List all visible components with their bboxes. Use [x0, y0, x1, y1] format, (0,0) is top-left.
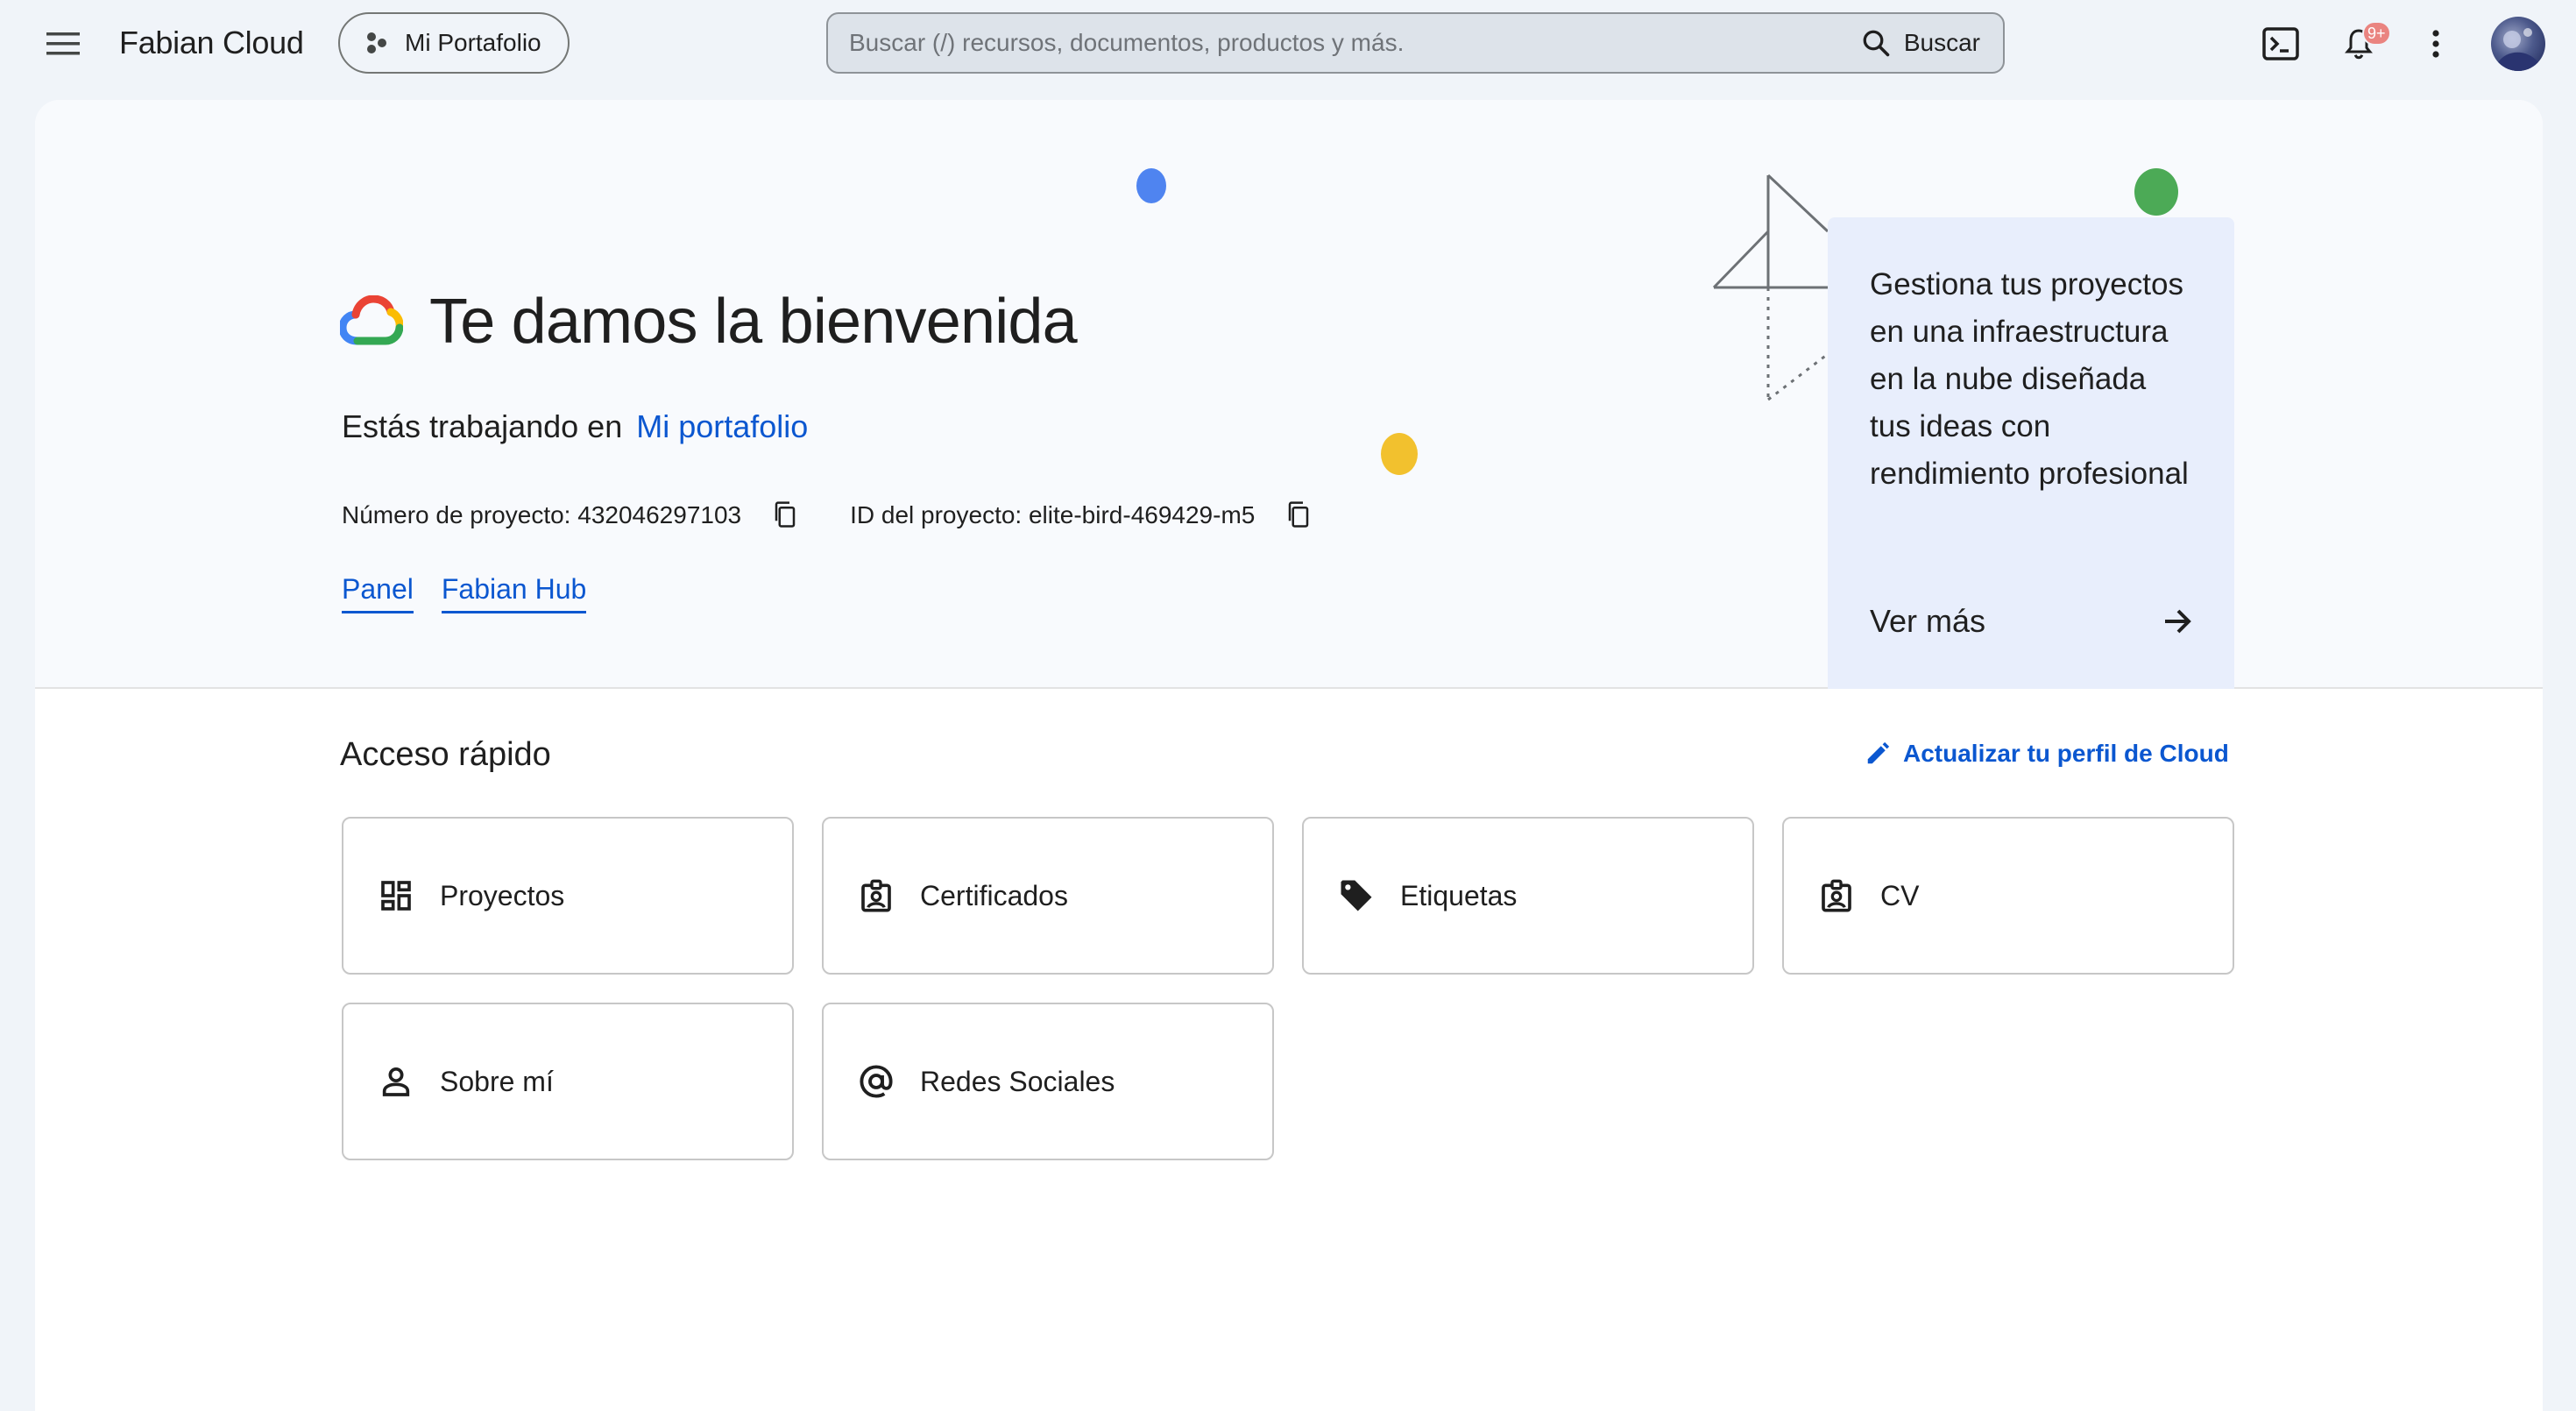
- welcome-hero: Te damos la bienvenida Estás trabajando …: [35, 100, 2543, 689]
- quick-access-tile-cv[interactable]: CV: [1782, 817, 2234, 975]
- fabian-hub-link[interactable]: Fabian Hub: [441, 573, 587, 613]
- copy-icon: [1289, 501, 1309, 528]
- main-content-card: Te damos la bienvenida Estás trabajando …: [35, 100, 2543, 1411]
- project-picker-button[interactable]: Mi Portafolio: [338, 12, 570, 74]
- notification-count-badge: 9+: [2362, 21, 2391, 46]
- panel-link[interactable]: Panel: [342, 573, 414, 613]
- tile-label: Sobre mí: [440, 1065, 554, 1097]
- search-button-label: Buscar: [1903, 29, 1980, 56]
- search-icon: [1863, 30, 1890, 57]
- cloud-shell-button[interactable]: [2254, 18, 2307, 70]
- more-vert-icon: [2432, 30, 2439, 58]
- search-input[interactable]: [828, 14, 1860, 72]
- tile-label: Certificados: [920, 879, 1068, 911]
- project-icon: [367, 32, 386, 53]
- tile-label: Etiquetas: [1400, 879, 1518, 911]
- at-icon: [855, 1060, 897, 1103]
- pencil-icon: [1867, 741, 1890, 764]
- welcome-heading: Te damos la bienvenida: [340, 286, 1078, 358]
- copy-project-id-button[interactable]: [1279, 496, 1318, 535]
- avatar-image: [2498, 28, 2538, 71]
- see-more-link[interactable]: Ver más: [1870, 603, 2192, 640]
- hero-links: Panel Fabian Hub: [342, 573, 587, 613]
- more-options-button[interactable]: [2410, 18, 2462, 70]
- working-project-line: Estás trabajando en Mi portafolio: [342, 408, 808, 445]
- decorative-yellow-dot: [1381, 433, 1418, 475]
- badge-icon: [1815, 875, 1858, 917]
- quick-access-tile-proyectos[interactable]: Proyectos: [342, 817, 794, 975]
- quick-access-tile-certificados[interactable]: Certificados: [822, 817, 1274, 975]
- main-menu-button[interactable]: [37, 23, 89, 65]
- dashboard-icon: [375, 875, 417, 917]
- update-profile-label: Actualizar tu perfil de Cloud: [1903, 740, 2229, 767]
- project-chip-label: Mi Portafolio: [405, 29, 541, 56]
- project-ids-row: Número de proyecto: 432046297103 ID del …: [342, 496, 1318, 535]
- search-button[interactable]: Buscar: [1860, 27, 2003, 59]
- app-title[interactable]: Fabian Cloud: [119, 25, 304, 61]
- working-prefix: Estás trabajando en: [342, 408, 623, 444]
- quick-access-tile-etiquetas[interactable]: Etiquetas: [1302, 817, 1754, 975]
- cloud-logo-icon: [340, 295, 403, 345]
- tile-label: Proyectos: [440, 879, 565, 911]
- promo-card: Gestiona tus proyectos en una infraestru…: [1828, 217, 2234, 689]
- welcome-title: Te damos la bienvenida: [429, 287, 1078, 357]
- notifications-button[interactable]: 9+: [2332, 18, 2391, 70]
- top-bar: Fabian Cloud Mi Portafolio Buscar (/) re…: [0, 0, 2576, 88]
- working-project-link[interactable]: Mi portafolio: [636, 408, 808, 445]
- copy-project-number-button[interactable]: [766, 496, 804, 535]
- project-id: ID del proyecto: elite-bird-469429-m5: [850, 501, 1256, 528]
- decorative-blue-dot: [1136, 168, 1166, 203]
- update-profile-link[interactable]: Actualizar tu perfil de Cloud: [1865, 740, 2229, 768]
- terminal-icon: [2262, 27, 2299, 60]
- menu-icon: [46, 32, 80, 55]
- project-number: Número de proyecto: 432046297103: [342, 501, 742, 528]
- tile-label: CV: [1880, 879, 1920, 911]
- promo-text: Gestiona tus proyectos en una infraestru…: [1870, 267, 2189, 491]
- copy-icon: [775, 501, 796, 528]
- tile-label: Redes Sociales: [920, 1065, 1115, 1097]
- avatar[interactable]: [2491, 17, 2545, 71]
- see-more-label: Ver más: [1870, 603, 1986, 639]
- quick-access-title: Acceso rápido: [340, 736, 551, 773]
- arrow-right-icon: [2165, 609, 2191, 634]
- quick-access-tile-redes-sociales[interactable]: Redes Sociales: [822, 1003, 1274, 1160]
- badge-icon: [855, 875, 897, 917]
- person-icon: [375, 1060, 417, 1103]
- search-bar: Buscar: [826, 12, 2005, 74]
- tag-icon: [1335, 875, 1377, 917]
- quick-access-tile-sobre-mi[interactable]: Sobre mí: [342, 1003, 794, 1160]
- decorative-green-dot: [2134, 168, 2178, 216]
